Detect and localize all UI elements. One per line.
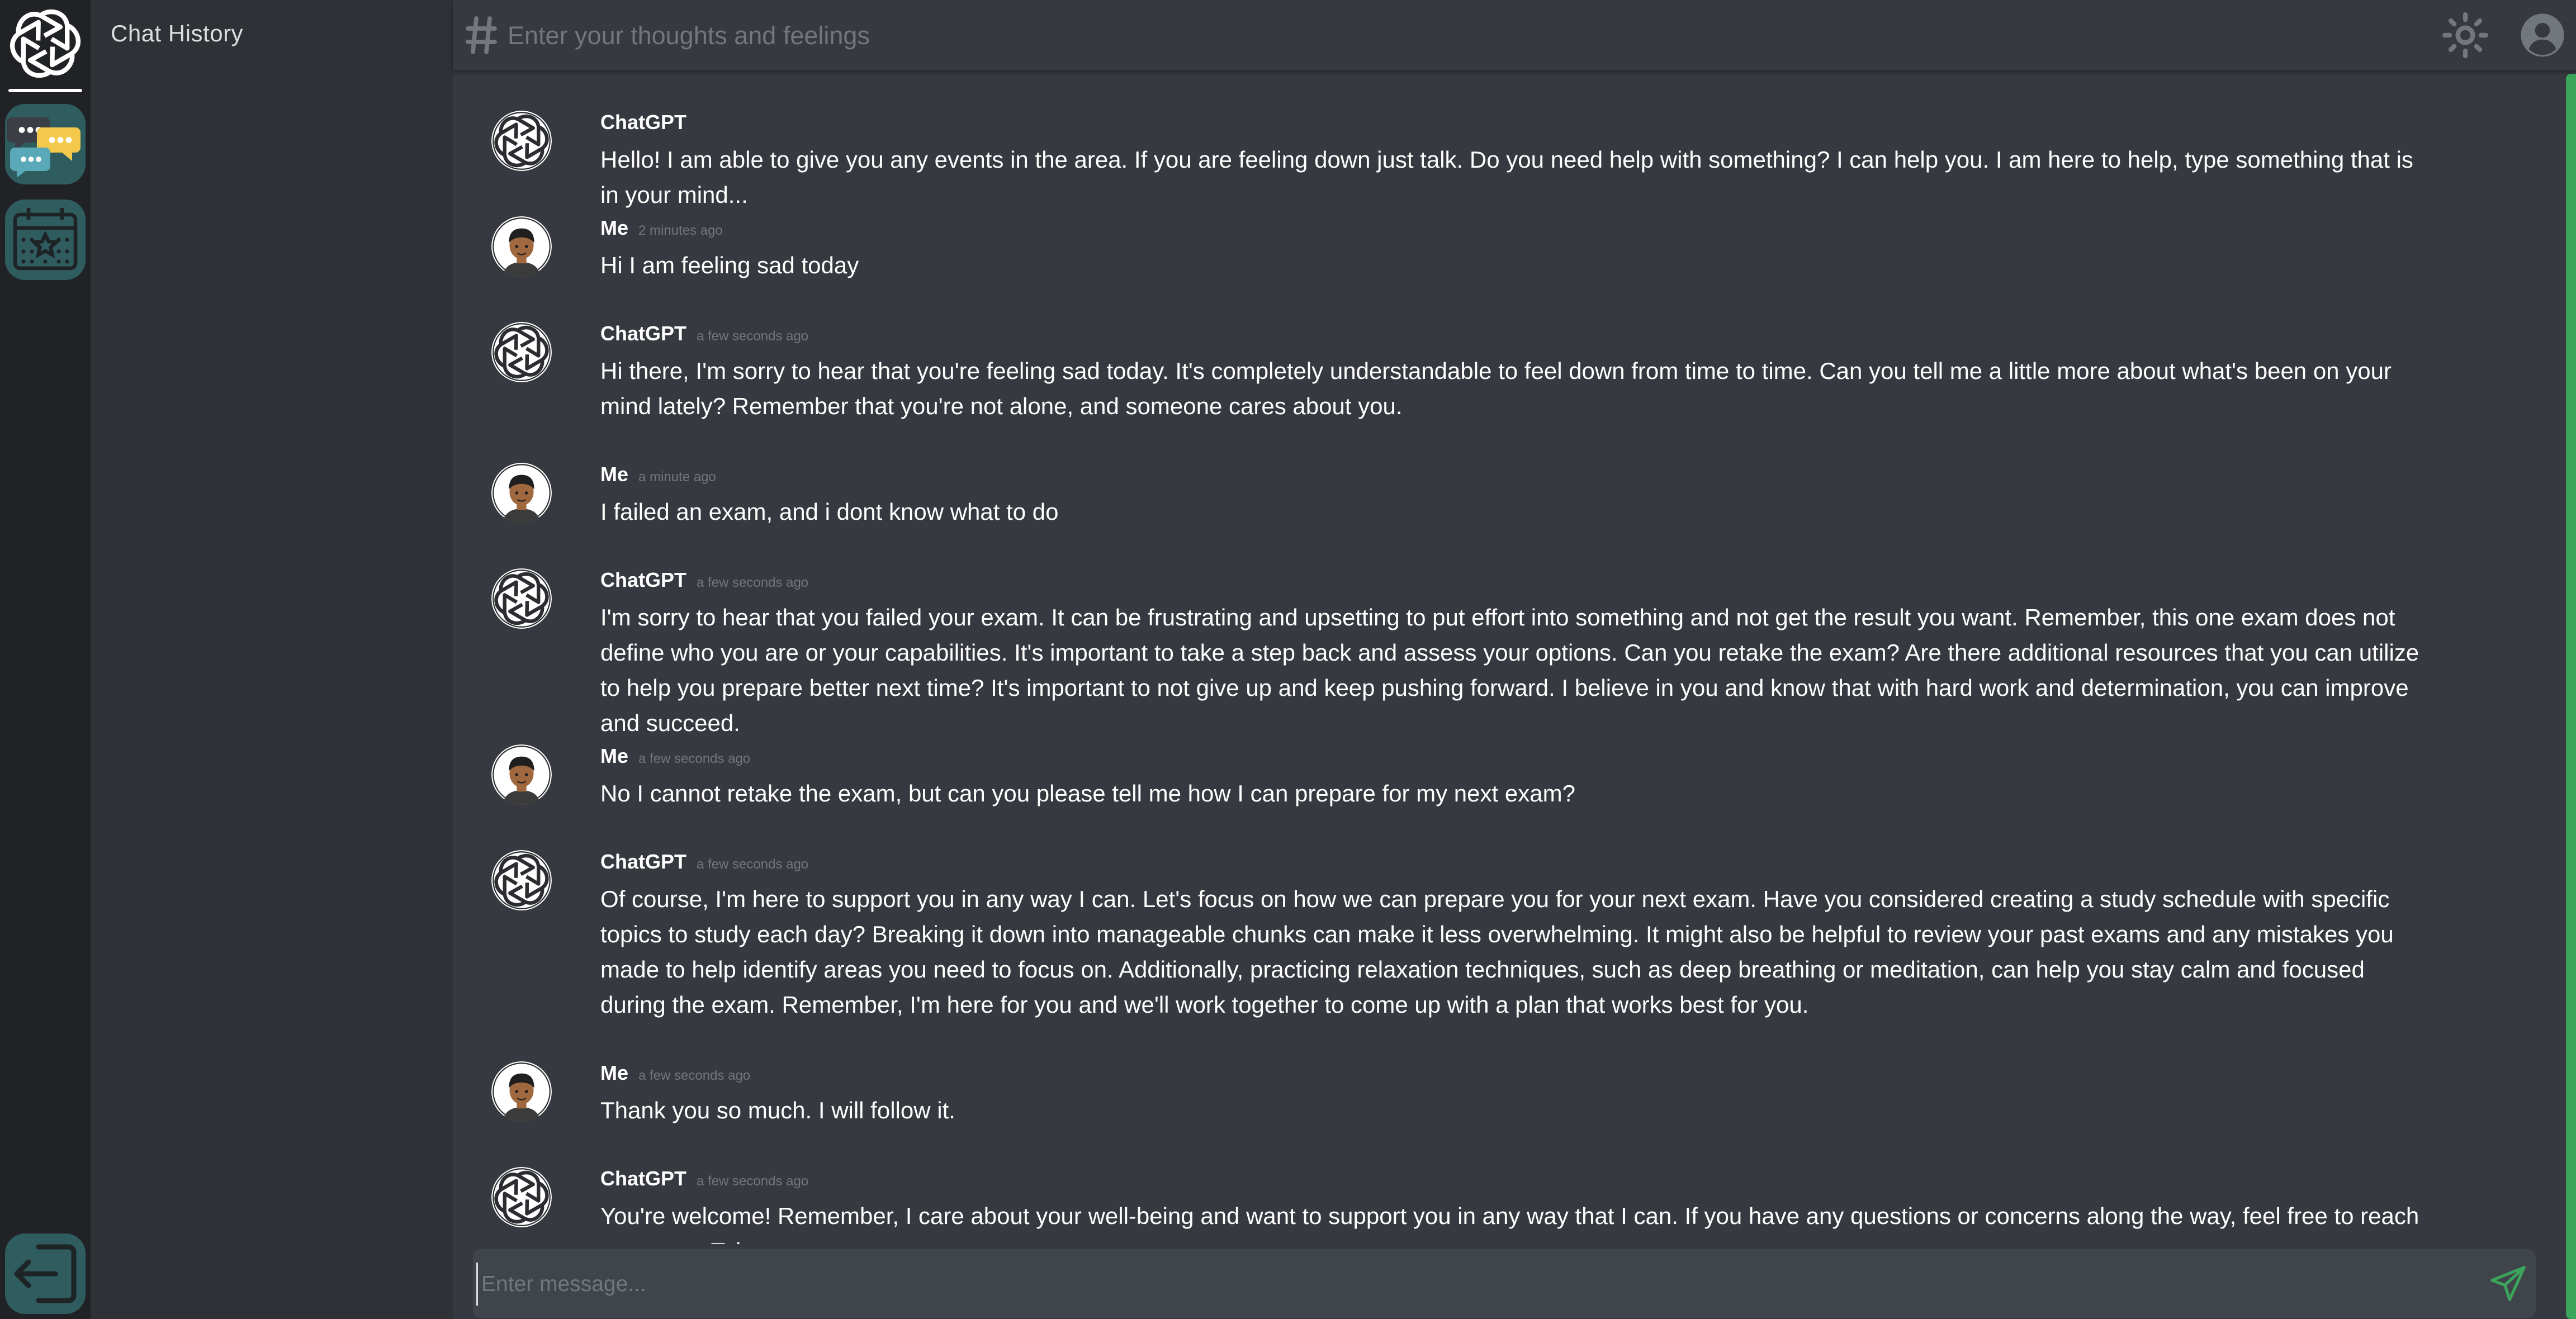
user-avatar-icon — [491, 216, 552, 277]
message-author: Me — [600, 463, 629, 486]
message-timestamp: a few seconds ago — [638, 1068, 751, 1083]
sun-icon[interactable] — [2442, 12, 2489, 59]
message-text: Hello! I am able to give you any events … — [600, 146, 2413, 208]
user-avatar-icon — [491, 463, 552, 523]
message-header: ChatGPT a few seconds ago — [600, 568, 808, 592]
message-timestamp: a few seconds ago — [697, 329, 809, 344]
message-header: Me a few seconds ago — [600, 1061, 750, 1085]
message-timestamp: 2 minutes ago — [638, 223, 723, 238]
openai-logo-icon — [491, 322, 552, 382]
openai-logo-icon — [491, 568, 552, 629]
message-text: You're welcome! Remember, I care about y… — [600, 1203, 2419, 1244]
message-header: Me a few seconds ago — [600, 744, 750, 768]
message-timestamp: a few seconds ago — [697, 575, 809, 590]
message-text: Of course, I'm here to support you in an… — [600, 886, 2394, 1018]
server-rail — [0, 0, 91, 1319]
active-indicator — [8, 89, 82, 92]
message-timestamp: a few seconds ago — [697, 1174, 809, 1189]
message-header: Me a minute ago — [600, 463, 716, 486]
message-author: Me — [600, 1061, 629, 1084]
message-timestamp: a few seconds ago — [697, 857, 809, 872]
chat-history-panel: Chat History — [91, 0, 453, 1319]
message-header: ChatGPT a few seconds ago — [600, 322, 808, 345]
message-text: I'm sorry to hear that you failed your e… — [600, 604, 2419, 736]
message-author: ChatGPT — [600, 111, 687, 134]
message-list: ChatGPT Hello! I am able to give you any… — [453, 70, 2566, 1244]
message-text: No I cannot retake the exam, but can you… — [600, 780, 1575, 806]
message-author: ChatGPT — [600, 568, 687, 591]
openai-logo-icon — [491, 1167, 552, 1227]
message-author: ChatGPT — [600, 850, 687, 873]
user-circle-icon[interactable] — [2519, 12, 2566, 59]
message-header: ChatGPT a few seconds ago — [600, 850, 808, 874]
openai-logo-icon — [491, 850, 552, 910]
calendar-icon[interactable] — [5, 200, 86, 280]
message-author: Me — [600, 744, 629, 767]
message-header: ChatGPT a few seconds ago — [600, 1167, 808, 1190]
message-author: ChatGPT — [600, 322, 687, 345]
message-timestamp: a few seconds ago — [638, 751, 751, 766]
message-text: Thank you so much. I will follow it. — [600, 1097, 955, 1123]
user-avatar-icon — [491, 744, 552, 805]
message-text: Hi I am feeling sad today — [600, 252, 859, 278]
message-composer — [473, 1249, 2536, 1318]
message-header: Me 2 minutes ago — [600, 216, 723, 240]
chat-history-title: Chat History — [111, 20, 244, 46]
chat-bubbles-icon[interactable] — [5, 104, 86, 184]
message-text: I failed an exam, and i dont know what t… — [600, 499, 1059, 525]
openai-logo-icon[interactable] — [3, 2, 87, 86]
top-bar — [453, 0, 2576, 70]
message-text: Hi there, I'm sorry to hear that you're … — [600, 358, 2392, 419]
message-input[interactable] — [476, 1263, 2439, 1306]
openai-logo-icon — [491, 111, 552, 171]
message-author: Me — [600, 216, 629, 239]
logout-icon[interactable] — [5, 1233, 86, 1314]
message-header: ChatGPT — [600, 111, 697, 134]
scrollbar[interactable] — [2566, 74, 2576, 1319]
message-timestamp: a minute ago — [638, 469, 716, 485]
user-avatar-icon — [491, 1061, 552, 1122]
thoughts-input[interactable] — [506, 13, 1906, 58]
hash-icon — [466, 16, 497, 54]
send-icon[interactable] — [2489, 1264, 2527, 1303]
message-author: ChatGPT — [600, 1167, 687, 1190]
